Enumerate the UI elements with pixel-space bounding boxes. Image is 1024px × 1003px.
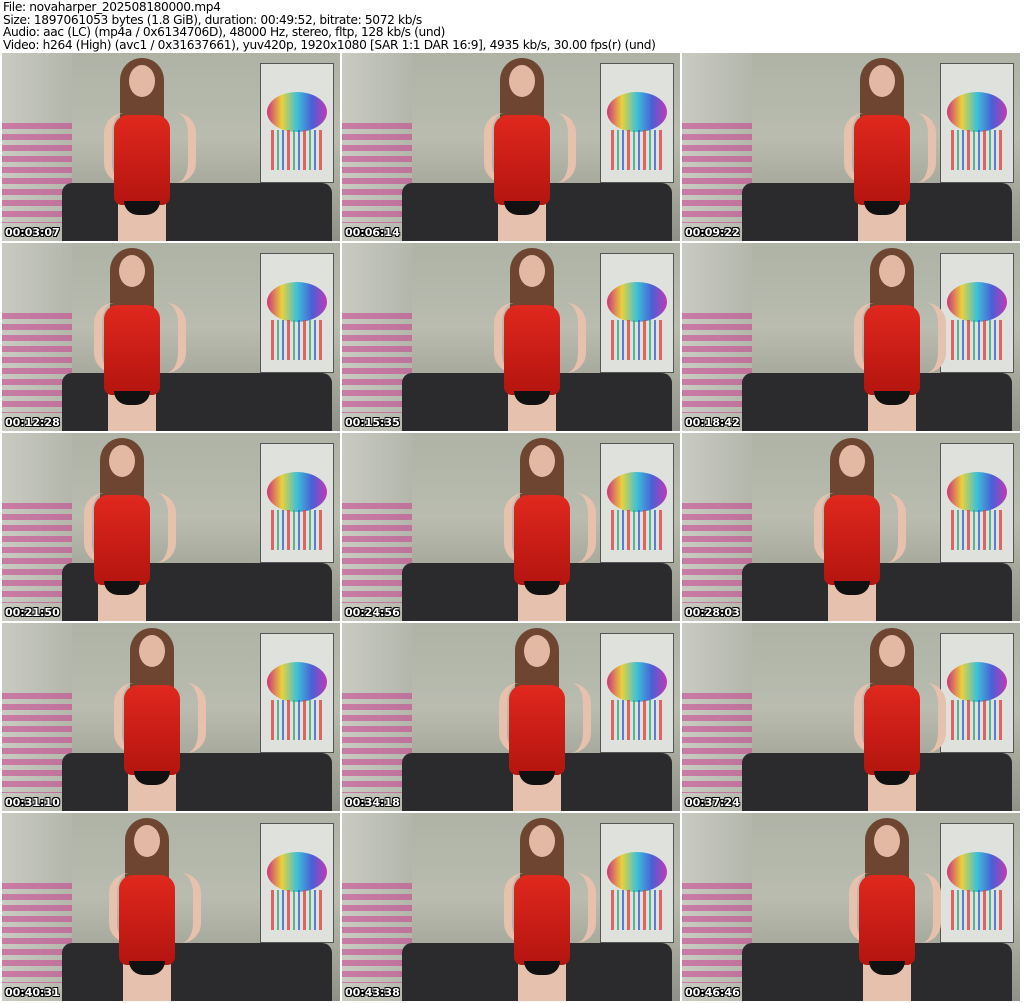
lips-painting — [940, 63, 1014, 183]
file-info-header: File: novaharper_202508180000.mp4 Size: … — [3, 1, 656, 51]
person-figure — [92, 243, 186, 431]
person-figure — [852, 243, 946, 431]
video-thumbnail[interactable]: 00:28:03 — [682, 433, 1020, 621]
lips-painting — [600, 253, 674, 373]
lips-painting — [260, 443, 334, 563]
lips-painting — [260, 633, 334, 753]
video-thumbnail[interactable]: 00:24:56 — [342, 433, 680, 621]
person-figure — [107, 813, 201, 1001]
person-figure — [852, 623, 946, 811]
timestamp: 00:09:22 — [685, 226, 740, 239]
lips-painting — [940, 633, 1014, 753]
video-thumbnail[interactable]: 00:34:18 — [342, 623, 680, 811]
couch — [62, 753, 332, 811]
lips-painting — [940, 823, 1014, 943]
timestamp: 00:12:28 — [5, 416, 60, 429]
person-figure — [112, 623, 206, 811]
timestamp: 00:28:03 — [685, 606, 740, 619]
lips-painting — [600, 443, 674, 563]
video-thumbnail[interactable]: 00:40:31 — [2, 813, 340, 1001]
thumbnail-grid: 00:03:07 00:06:14 00:09:22 00:12:28 00:1… — [2, 53, 1020, 1001]
video-thumbnail[interactable]: 00:03:07 — [2, 53, 340, 241]
person-figure — [502, 433, 596, 621]
person-figure — [492, 243, 586, 431]
video-thumbnail[interactable]: 00:31:10 — [2, 623, 340, 811]
video-thumbnail[interactable]: 00:15:35 — [342, 243, 680, 431]
timestamp: 00:06:14 — [345, 226, 400, 239]
timestamp: 00:18:42 — [685, 416, 740, 429]
video-thumbnail[interactable]: 00:18:42 — [682, 243, 1020, 431]
audio-info: Audio: aac (LC) (mp4a / 0x6134706D), 480… — [3, 25, 446, 40]
timestamp: 00:15:35 — [345, 416, 400, 429]
video-info: Video: h264 (High) (avc1 / 0x31637661), … — [3, 37, 656, 52]
timestamp: 00:31:10 — [5, 796, 60, 809]
video-thumbnail[interactable]: 00:43:38 — [342, 813, 680, 1001]
person-figure — [502, 813, 596, 1001]
video-thumbnail[interactable]: 00:09:22 — [682, 53, 1020, 241]
person-figure — [497, 623, 591, 811]
timestamp: 00:37:24 — [685, 796, 740, 809]
lips-painting — [600, 63, 674, 183]
timestamp: 00:46:46 — [685, 986, 740, 999]
timestamp: 00:40:31 — [5, 986, 60, 999]
timestamp: 00:24:56 — [345, 606, 400, 619]
couch — [62, 943, 332, 1001]
person-figure — [82, 433, 176, 621]
timestamp: 00:21:50 — [5, 606, 60, 619]
lips-painting — [600, 633, 674, 753]
video-thumbnail[interactable]: 00:46:46 — [682, 813, 1020, 1001]
person-figure — [812, 433, 906, 621]
video-thumbnail[interactable]: 00:21:50 — [2, 433, 340, 621]
person-figure — [482, 53, 576, 241]
video-thumbnail[interactable]: 00:12:28 — [2, 243, 340, 431]
lips-painting — [260, 253, 334, 373]
lips-painting — [260, 823, 334, 943]
video-thumbnail[interactable]: 00:06:14 — [342, 53, 680, 241]
person-figure — [847, 813, 941, 1001]
video-thumbnail[interactable]: 00:37:24 — [682, 623, 1020, 811]
timestamp: 00:03:07 — [5, 226, 60, 239]
lips-painting — [600, 823, 674, 943]
timestamp: 00:34:18 — [345, 796, 400, 809]
lips-painting — [260, 63, 334, 183]
person-figure — [102, 53, 196, 241]
lips-painting — [940, 443, 1014, 563]
person-figure — [842, 53, 936, 241]
lips-painting — [940, 253, 1014, 373]
timestamp: 00:43:38 — [345, 986, 400, 999]
file-name: File: novaharper_202508180000.mp4 — [3, 0, 221, 14]
